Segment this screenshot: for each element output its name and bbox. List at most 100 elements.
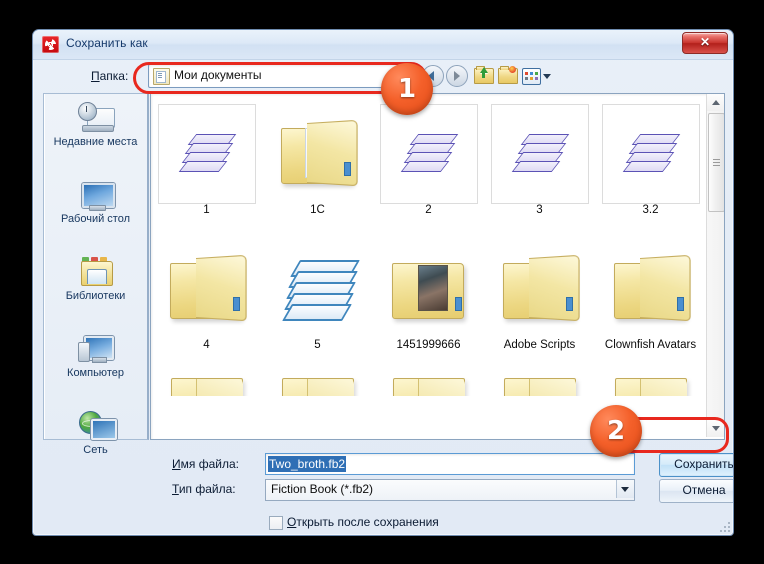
- checkbox-label: Открыть после сохранения: [287, 515, 439, 529]
- thumbnail-area: [603, 239, 699, 337]
- resize-grip[interactable]: [717, 519, 730, 532]
- file-item[interactable]: Adobe Scripts: [484, 235, 595, 370]
- file-item[interactable]: 3.2: [595, 100, 706, 235]
- lookin-combo[interactable]: Мои документы: [148, 64, 418, 88]
- chevron-down-icon[interactable]: [616, 480, 634, 498]
- scroll-thumb[interactable]: [708, 113, 724, 212]
- views-button[interactable]: [522, 65, 554, 85]
- sidebar-item-desktop[interactable]: Рабочий стол: [44, 179, 147, 248]
- sidebar-item-libraries[interactable]: Библиотеки: [44, 256, 147, 325]
- forward-button[interactable]: [445, 64, 468, 87]
- file-item[interactable]: Clownfish Avatars: [595, 235, 706, 370]
- stacked-sheets-icon: [511, 132, 569, 176]
- thumbnail-area: [270, 239, 366, 337]
- sidebar-item-label: Рабочий стол: [60, 213, 131, 225]
- places-bar: Недавние места Рабочий стол Библиотеки К…: [43, 93, 149, 456]
- file-item[interactable]: 5: [262, 235, 373, 370]
- folder-photo-icon: [391, 257, 466, 319]
- file-item[interactable]: 1451999666: [373, 235, 484, 370]
- folder-documents-icon: [280, 119, 358, 187]
- stacked-sheets-icon: [400, 132, 458, 176]
- up-arrow-stem: [482, 72, 485, 78]
- filename-value: Two_broth.fb2: [268, 456, 347, 472]
- desktop-icon: [78, 179, 115, 211]
- thumbnail-frame: [601, 104, 700, 204]
- file-item[interactable]: 1C: [262, 100, 373, 235]
- save-as-dialog: Сохранить как ✕ Папка: Мои документы Нед…: [32, 29, 734, 536]
- new-badge-icon: [509, 66, 516, 73]
- sidebar-item-label: Сеть: [83, 444, 108, 456]
- thumbnail-frame: [157, 104, 256, 204]
- filetype-value: Fiction Book (*.fb2): [271, 482, 374, 496]
- scroll-down-icon[interactable]: [707, 420, 724, 437]
- folder-icon: [503, 378, 576, 396]
- lookin-label-accel: П: [91, 69, 100, 83]
- documents-folder-icon: [153, 68, 170, 85]
- file-item-label: Clownfish Avatars: [604, 339, 697, 351]
- sidebar-item-network[interactable]: Сеть: [44, 410, 147, 479]
- thumbnail-area: [492, 239, 588, 337]
- window-title: Сохранить как: [66, 36, 148, 50]
- up-one-level-button[interactable]: [473, 65, 494, 85]
- thumbnail-frame: [490, 104, 589, 204]
- file-item-label: 1: [203, 204, 210, 216]
- folder-icon: [392, 378, 465, 396]
- file-list[interactable]: 1 1C 2 3 3.2 4 5 1451999666 Adobe Script…: [150, 93, 725, 440]
- cancel-button[interactable]: Отмена: [659, 479, 733, 503]
- folder-icon: [281, 378, 354, 396]
- sidebar-item-label: Библиотеки: [65, 290, 126, 302]
- app-red-icon: [42, 36, 59, 53]
- filetype-select[interactable]: Fiction Book (*.fb2): [265, 479, 635, 501]
- chevron-down-icon[interactable]: [543, 74, 551, 79]
- checkbox-box[interactable]: [269, 516, 283, 530]
- file-row-clipped: [151, 370, 707, 396]
- views-icon: [522, 68, 541, 85]
- filetype-label-accel: Т: [172, 482, 179, 496]
- libraries-icon: [78, 256, 114, 288]
- computer-icon: [77, 333, 114, 365]
- save-button[interactable]: Сохранить: [659, 453, 733, 477]
- file-item-label: 4: [203, 339, 210, 351]
- file-item[interactable]: 3: [484, 100, 595, 235]
- file-item[interactable]: 1: [151, 100, 262, 235]
- sidebar-item-recent[interactable]: Недавние места: [44, 102, 147, 171]
- file-item-label: 2: [425, 204, 432, 216]
- filename-label: Имя файла:: [172, 457, 239, 471]
- filename-input[interactable]: Two_broth.fb2: [265, 453, 635, 475]
- checkbox-label-rest: ткрыть после сохранения: [296, 515, 439, 529]
- close-button[interactable]: ✕: [682, 32, 728, 54]
- close-icon: ✕: [699, 35, 711, 49]
- forward-arrow-icon: [446, 65, 468, 87]
- file-item-label: Adobe Scripts: [503, 339, 576, 351]
- thumbnail-area: [270, 104, 366, 202]
- file-item[interactable]: [262, 370, 373, 396]
- file-item[interactable]: [373, 370, 484, 396]
- file-item[interactable]: [151, 370, 262, 396]
- sidebar-item-label: Компьютер: [67, 367, 124, 379]
- scroll-up-icon[interactable]: [707, 94, 724, 111]
- layered-sheets-blue-icon: [281, 260, 360, 321]
- file-item-label: 3.2: [642, 204, 659, 216]
- file-item[interactable]: [595, 370, 706, 396]
- thumbnail-area: [159, 239, 255, 337]
- file-item[interactable]: [484, 370, 595, 396]
- thumbnail-frame: [379, 104, 478, 204]
- annotation-badge-1: 1: [381, 63, 433, 115]
- title-bar: Сохранить как ✕: [33, 30, 733, 60]
- sidebar-item-computer[interactable]: Компьютер: [44, 333, 147, 402]
- filename-label-accel: И: [172, 457, 181, 471]
- recent-places-icon: [77, 102, 115, 134]
- file-row: 4 5 1451999666 Adobe Scripts Clownfish A…: [151, 235, 707, 370]
- filetype-label: Тип файла:: [172, 482, 236, 496]
- file-item-label: 1C: [310, 204, 325, 216]
- file-item[interactable]: 4: [151, 235, 262, 370]
- new-folder-button[interactable]: [497, 65, 518, 85]
- folder-icon: [170, 378, 243, 396]
- filename-label-rest: мя файла:: [180, 457, 239, 471]
- file-item[interactable]: 2: [373, 100, 484, 235]
- folder-icon: [502, 254, 580, 322]
- folder-icon: [613, 254, 691, 322]
- file-list-scrollbar[interactable]: [706, 94, 724, 437]
- thumbnail-area: [381, 239, 477, 337]
- file-item-label: 3: [536, 204, 543, 216]
